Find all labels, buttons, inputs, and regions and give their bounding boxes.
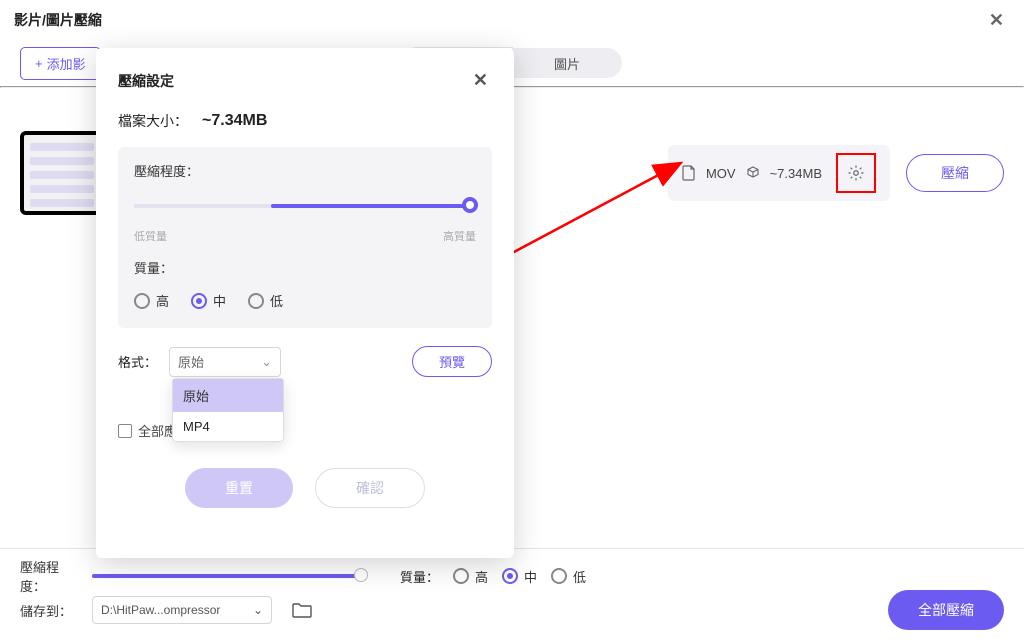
- chevron-down-icon: ⌄: [253, 603, 263, 617]
- filesize-value: ~7.34MB: [202, 112, 267, 130]
- format-option-original[interactable]: 原始: [173, 379, 283, 412]
- file-size: ~7.34MB: [770, 166, 822, 181]
- add-media-label: 添加影: [47, 54, 86, 73]
- titlebar: 影片/圖片壓縮 ✕: [0, 0, 1024, 40]
- quality-radio-low[interactable]: 低: [248, 291, 283, 310]
- slider-knob[interactable]: [354, 568, 368, 582]
- tab-image[interactable]: 圖片: [512, 48, 622, 78]
- bottom-quality-label: 質量：: [400, 567, 439, 586]
- saveto-label: 儲存到：: [20, 601, 80, 620]
- compression-level-slider[interactable]: [134, 194, 476, 224]
- compress-button[interactable]: 壓縮: [906, 154, 1004, 192]
- bottom-bar: 壓縮程度： 質量： 高 中 低 儲存到： D:\HitPaw...ompress…: [0, 548, 1024, 633]
- level-label: 壓縮程度：: [134, 161, 476, 180]
- settings-highlight-box: [836, 153, 876, 193]
- bottom-quality-group: 質量： 高 中 低: [400, 567, 586, 586]
- preview-button[interactable]: 預覽: [412, 346, 492, 377]
- cube-icon: [746, 166, 760, 180]
- quality-radio-group: 高 中 低: [134, 291, 476, 310]
- format-select[interactable]: 原始 ⌄: [169, 347, 281, 377]
- bottom-quality-mid[interactable]: 中: [502, 567, 537, 586]
- confirm-button[interactable]: 確認: [315, 468, 425, 508]
- compress-all-button[interactable]: 全部壓縮: [888, 590, 1004, 630]
- file-meta: MOV ~7.34MB: [668, 145, 890, 201]
- plus-icon: +: [35, 56, 43, 71]
- filesize-label: 檔案大小：: [118, 111, 188, 131]
- compression-settings-modal: 壓縮設定 ✕ 檔案大小： ~7.34MB 壓縮程度： 低質量 高質量 質量： 高…: [96, 48, 514, 558]
- format-dropdown: 原始 MP4: [172, 378, 284, 442]
- bottom-level-label: 壓縮程度：: [20, 557, 80, 595]
- quality-label: 質量：: [134, 258, 476, 277]
- close-icon[interactable]: ✕: [983, 6, 1010, 35]
- bottom-compression-slider[interactable]: [92, 566, 362, 586]
- slider-max-label: 高質量: [443, 228, 476, 244]
- format-row: 格式： 原始 ⌄ 原始 MP4 預覽: [118, 346, 492, 377]
- quality-radio-mid[interactable]: 中: [191, 291, 226, 310]
- format-option-mp4[interactable]: MP4: [173, 412, 283, 441]
- modal-title: 壓縮設定: [118, 71, 174, 91]
- save-path-value: D:\HitPaw...ompressor: [101, 603, 220, 617]
- add-media-button[interactable]: + 添加影: [20, 47, 101, 80]
- window-title: 影片/圖片壓縮: [14, 10, 102, 30]
- reset-button[interactable]: 重置: [185, 468, 293, 508]
- bottom-quality-low[interactable]: 低: [551, 567, 586, 586]
- bottom-quality-high[interactable]: 高: [453, 567, 488, 586]
- format-label: 格式：: [118, 352, 157, 371]
- file-format: MOV: [706, 166, 736, 181]
- file-icon: [682, 165, 696, 181]
- slider-knob[interactable]: [462, 197, 478, 213]
- video-thumbnail[interactable]: [20, 131, 104, 215]
- modal-close-icon[interactable]: ✕: [469, 66, 492, 95]
- open-folder-button[interactable]: [288, 596, 316, 624]
- chevron-down-icon: ⌄: [261, 354, 272, 370]
- content-area: MOV ~7.34MB 壓縮 壓縮設定 ✕ 檔案大小： ~7.34MB 壓縮程度…: [0, 88, 1024, 548]
- slider-min-label: 低質量: [134, 228, 167, 244]
- compression-panel: 壓縮程度： 低質量 高質量 質量： 高 中 低: [118, 147, 492, 328]
- folder-icon: [292, 602, 312, 618]
- format-selected-value: 原始: [178, 352, 204, 371]
- quality-radio-high[interactable]: 高: [134, 291, 169, 310]
- gear-icon[interactable]: [847, 164, 865, 182]
- save-path-select[interactable]: D:\HitPaw...ompressor ⌄: [92, 596, 272, 624]
- apply-all-checkbox[interactable]: [118, 424, 132, 438]
